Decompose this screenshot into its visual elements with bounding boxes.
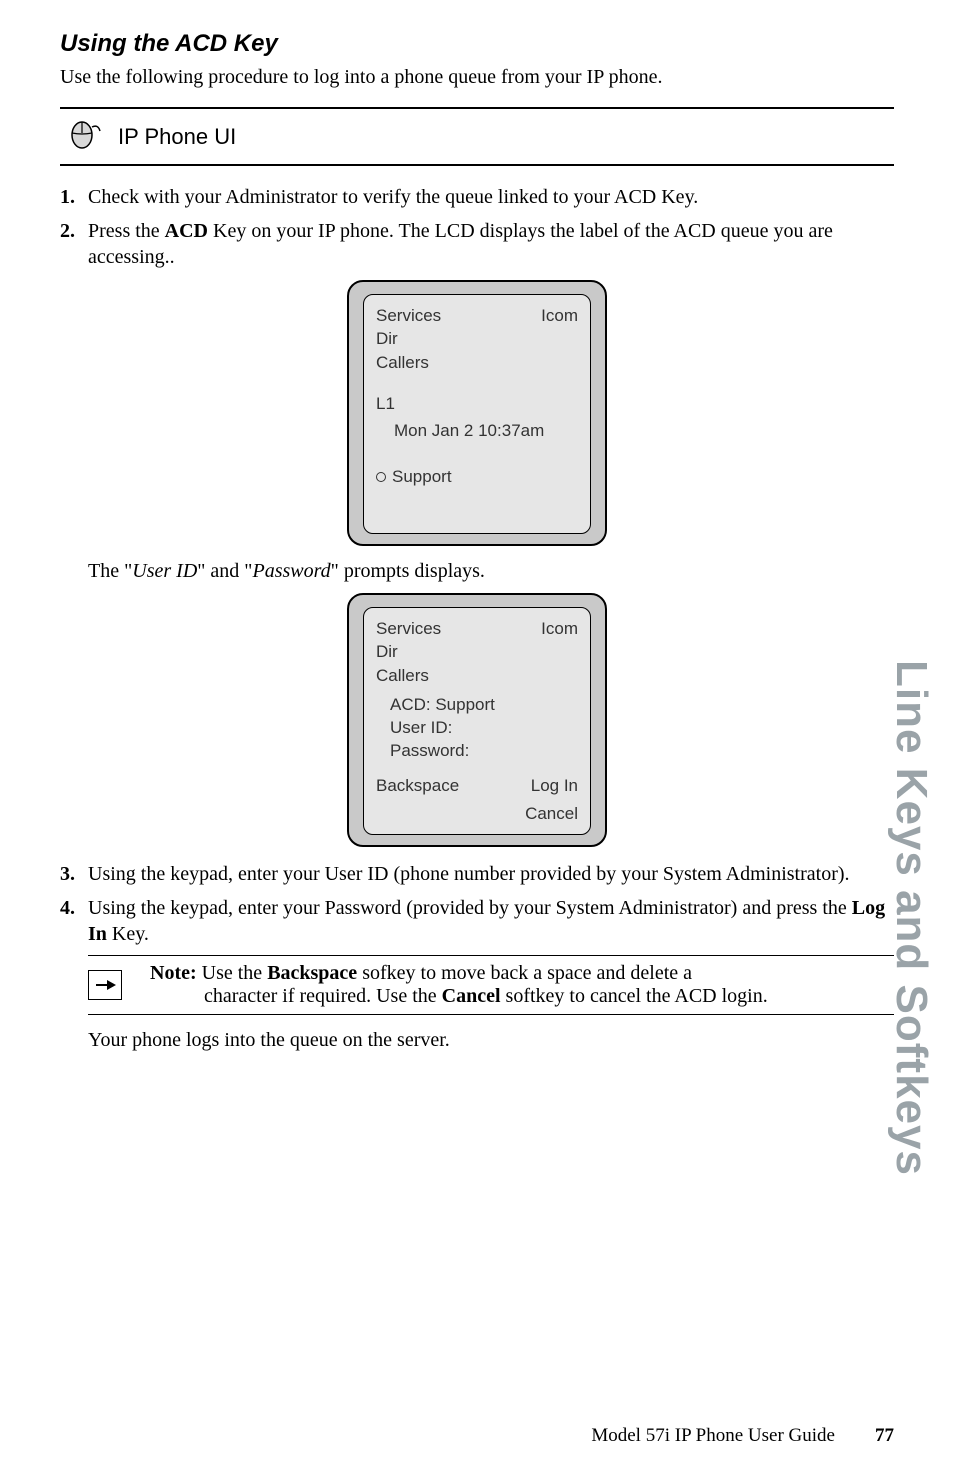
footer: Model 57i IP Phone User Guide 77	[60, 1425, 894, 1447]
note-2a: character if required. Use the	[204, 985, 442, 1007]
section-title: Using the ACD Key	[60, 30, 894, 58]
note-1b: Backspace	[267, 962, 357, 984]
step-3: Using the keypad, enter your User ID (ph…	[60, 861, 894, 887]
lcd2-login: Log In	[525, 776, 578, 796]
note-arrow-icon	[88, 970, 122, 1000]
note-1a: Use the	[202, 962, 268, 984]
lcd2: Services Icom Dir Callers ACD: Support U…	[347, 593, 607, 847]
lcd2-services: Services	[376, 618, 441, 639]
lcd2-backspace: Backspace	[376, 776, 459, 824]
mouse-icon	[64, 119, 102, 154]
steps-list: Check with your Administrator to verify …	[60, 184, 894, 270]
ui-banner-label: IP Phone UI	[118, 124, 236, 150]
lcd2-wrap: Services Icom Dir Callers ACD: Support U…	[60, 593, 894, 847]
side-tab: Line Keys and Softkeys	[886, 660, 936, 1176]
prompt-text: The "User ID" and "Password" prompts dis…	[60, 560, 894, 583]
note-label: Note:	[150, 962, 202, 984]
lcd2-callers: Callers	[376, 665, 578, 686]
step-2-b: ACD	[165, 220, 208, 242]
lcd1-datetime: Mon Jan 2 10:37am	[376, 420, 578, 441]
lcd1-icom: Icom	[541, 305, 578, 326]
intro-text: Use the following procedure to log into …	[60, 66, 894, 89]
after-note-text: Your phone logs into the queue on the se…	[60, 1029, 894, 1052]
prompt-c: " and "	[197, 560, 252, 582]
footer-text: Model 57i IP Phone User Guide	[591, 1425, 835, 1447]
note-2b: Cancel	[442, 985, 501, 1007]
page-number: 77	[875, 1425, 894, 1447]
note-block: Note: Use the Backspace sofkey to move b…	[88, 955, 894, 1015]
note-1c: sofkey to move back a space and delete a	[357, 962, 692, 984]
lcd1-dir: Dir	[376, 328, 578, 349]
step-2: Press the ACD Key on your IP phone. The …	[60, 218, 894, 270]
lcd2-password: Password:	[376, 740, 578, 761]
prompt-d: Password	[252, 560, 330, 582]
steps-list-2: Using the keypad, enter your User ID (ph…	[60, 861, 894, 947]
lcd2-icom: Icom	[541, 618, 578, 639]
note-content: Note: Use the Backspace sofkey to move b…	[150, 962, 894, 1008]
prompt-e: " prompts displays.	[331, 560, 485, 582]
lcd2-userid: User ID:	[376, 717, 578, 738]
step-2-a: Press the	[88, 220, 165, 242]
lcd2-dir: Dir	[376, 641, 578, 662]
step-4-a: Using the keypad, enter your Password (p…	[88, 897, 852, 919]
lcd1-support: Support	[392, 467, 452, 487]
step-4-c: Key.	[107, 923, 149, 945]
lcd1-wrap: Services Icom Dir Callers L1 Mon Jan 2 1…	[60, 280, 894, 546]
note-2c: softkey to cancel the ACD login.	[501, 985, 768, 1007]
prompt-a: The "	[88, 560, 132, 582]
lcd1-callers: Callers	[376, 352, 578, 373]
lcd2-acd: ACD: Support	[376, 694, 578, 715]
step-1: Check with your Administrator to verify …	[60, 184, 894, 210]
status-circle-icon	[376, 472, 386, 482]
lcd1-line: L1	[376, 393, 578, 414]
lcd1-services: Services	[376, 305, 441, 326]
lcd2-cancel: Cancel	[525, 804, 578, 824]
lcd1-support-row: Support	[376, 467, 578, 487]
step-4: Using the keypad, enter your Password (p…	[60, 895, 894, 947]
ui-banner: IP Phone UI	[60, 107, 894, 166]
prompt-b: User ID	[132, 560, 197, 582]
lcd1: Services Icom Dir Callers L1 Mon Jan 2 1…	[347, 280, 607, 546]
lcd2-inner: Services Icom Dir Callers ACD: Support U…	[363, 607, 591, 835]
lcd1-inner: Services Icom Dir Callers L1 Mon Jan 2 1…	[363, 294, 591, 534]
